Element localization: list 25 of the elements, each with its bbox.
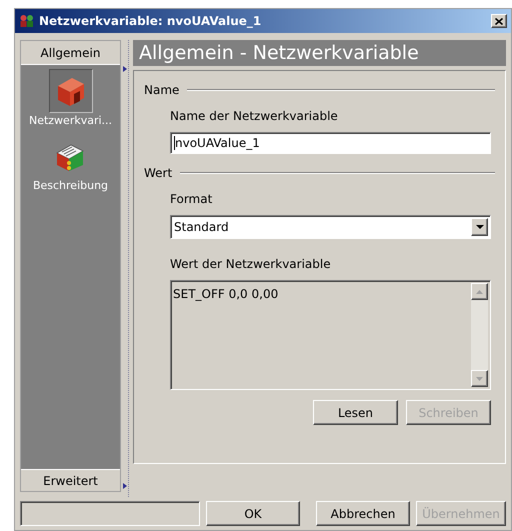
dialog-button[interactable]: OK: [206, 501, 300, 526]
close-button[interactable]: [491, 14, 507, 28]
sidebar-group-button[interactable]: Allgemein: [21, 41, 120, 65]
scroll-up-icon[interactable]: [476, 290, 483, 294]
group-legend: Wert: [144, 164, 172, 182]
scroll-down-icon[interactable]: [476, 376, 483, 380]
name-input[interactable]: nvoUAValue_1: [170, 132, 491, 154]
triangle-icon: [123, 483, 127, 489]
format-dropdown[interactable]: Standard: [170, 215, 491, 239]
panel-header: Allgemein - Netzwerkvariable: [133, 40, 506, 66]
sidebar-item[interactable]: Netzwerkvari...: [28, 69, 112, 130]
value-textarea[interactable]: SET_OFF 0,0 0,00: [170, 280, 491, 390]
field-label: Wert der Netzwerkvariable: [170, 256, 332, 273]
people-icon: [19, 14, 35, 28]
window-title: Netzwerkvariable: nvoUAValue_1: [39, 13, 262, 30]
dialog-button[interactable]: Lesen: [313, 400, 398, 425]
sidebar-item[interactable]: Beschreibung: [32, 134, 108, 194]
caret-icon: [476, 225, 484, 229]
sidebar-group-button[interactable]: Erweitert: [21, 469, 120, 491]
close-icon: [495, 18, 503, 24]
dialog-button[interactable]: Abbrechen: [316, 501, 410, 526]
field-label: Format: [170, 191, 214, 208]
group-legend: Name: [144, 81, 180, 99]
triangle-icon: [123, 66, 127, 72]
field-label: Name der Netzwerkvariable: [170, 108, 339, 125]
